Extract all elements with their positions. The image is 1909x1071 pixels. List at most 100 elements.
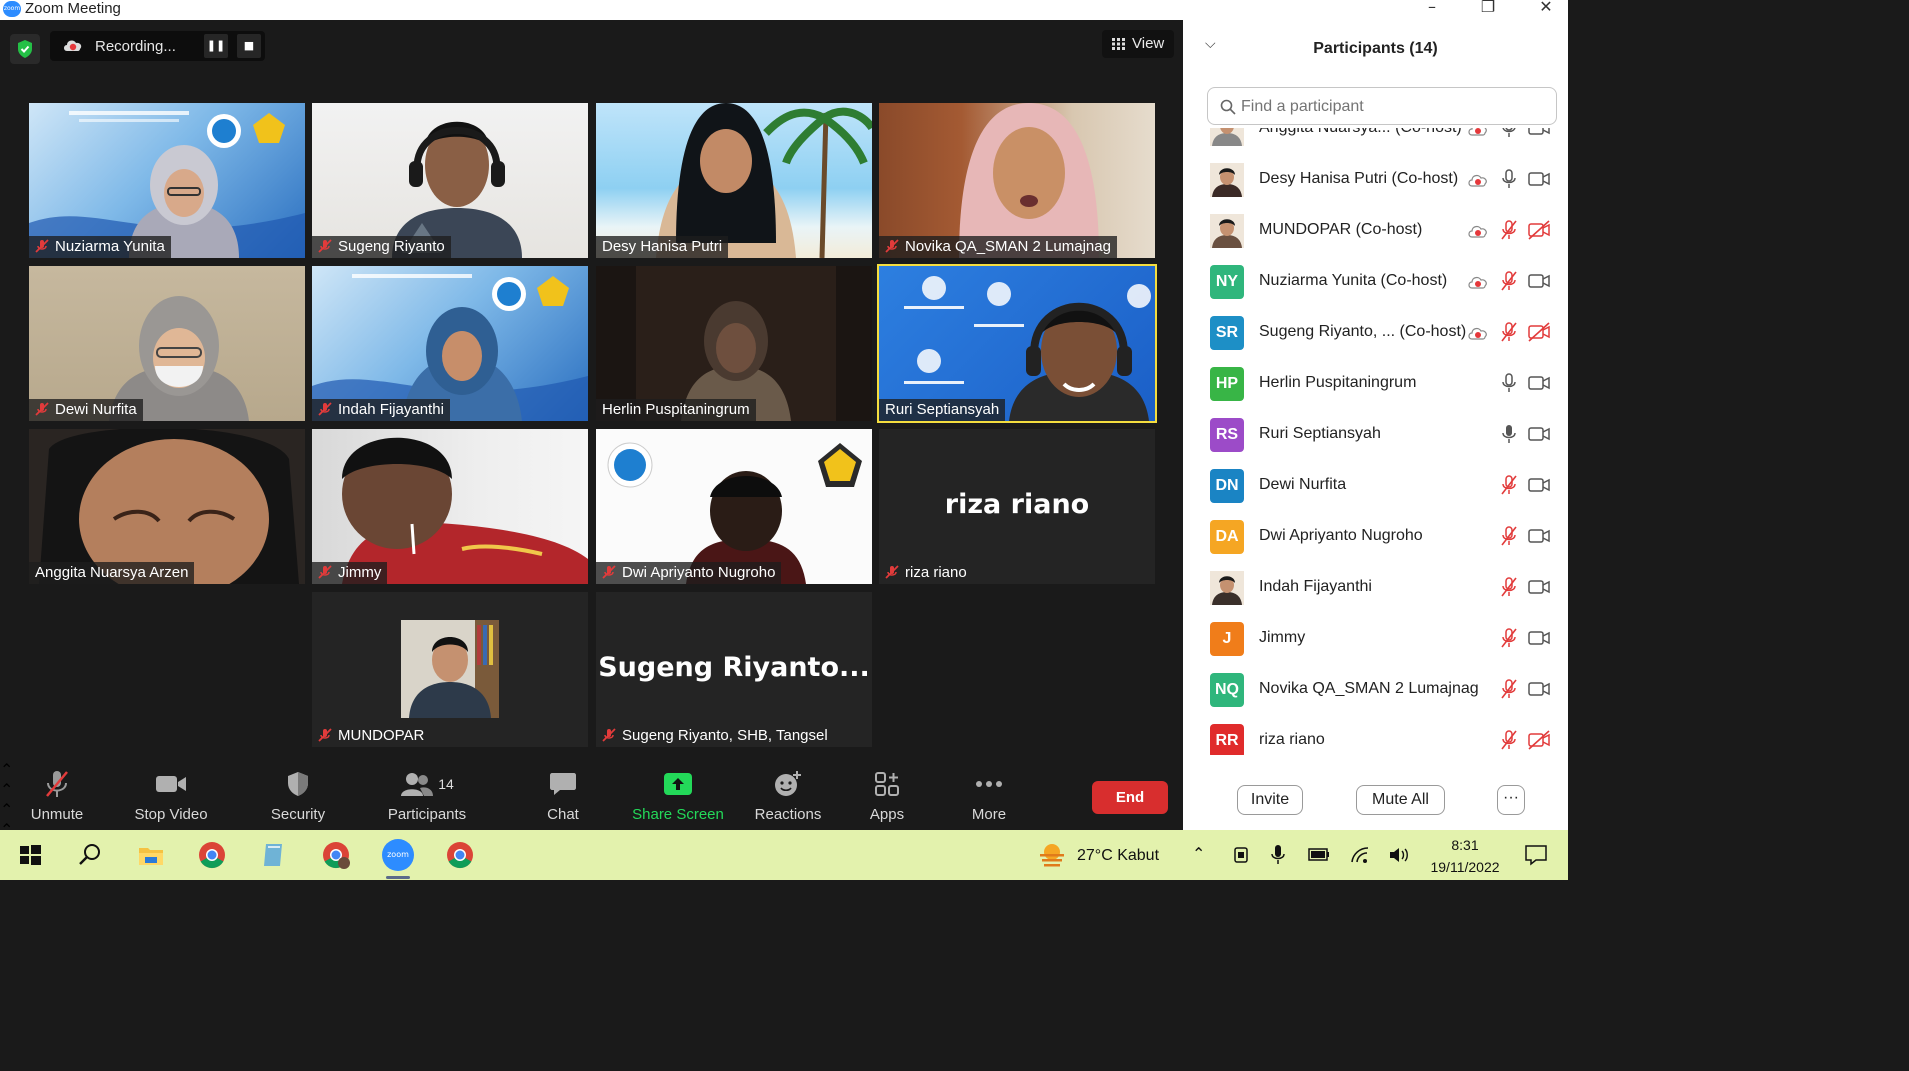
video-tile[interactable]: Desy Hanisa Putri <box>596 103 872 258</box>
video-status[interactable] <box>1527 321 1551 345</box>
mic-status[interactable] <box>1499 270 1519 294</box>
participant-row[interactable]: Desy Hanisa Putri (Co-host) <box>1183 155 1568 206</box>
video-off-icon[interactable] <box>1527 321 1551 343</box>
chrome-icon[interactable] <box>444 839 476 871</box>
mic-status[interactable] <box>1499 321 1519 345</box>
video-status[interactable] <box>1527 423 1551 447</box>
zoom-taskbar-icon[interactable]: zoom <box>382 839 414 879</box>
participant-row[interactable]: MUNDOPAR (Co-host) <box>1183 206 1568 257</box>
video-icon[interactable] <box>1527 168 1551 190</box>
participant-row[interactable]: Indah Fijayanthi <box>1183 563 1568 614</box>
mic-status[interactable] <box>1499 474 1519 498</box>
video-icon[interactable] <box>1527 525 1551 547</box>
file-explorer-icon[interactable] <box>135 839 167 871</box>
unmute-button[interactable]: Unmute <box>22 768 92 823</box>
microphone-tray-icon[interactable] <box>1270 844 1286 866</box>
chat-button[interactable]: Chat <box>535 768 591 823</box>
system-clock[interactable]: 8:31 19/11/2022 <box>1418 834 1512 878</box>
minimize-button[interactable]: – <box>1404 0 1460 20</box>
more-button[interactable]: More <box>962 768 1016 823</box>
muted-mic-icon[interactable] <box>1499 627 1519 649</box>
video-status[interactable] <box>1527 372 1551 396</box>
participant-row[interactable]: NY Nuziarma Yunita (Co-host) <box>1183 257 1568 308</box>
video-status[interactable] <box>1527 729 1551 753</box>
mic-status[interactable] <box>1499 372 1519 396</box>
video-icon[interactable] <box>1527 678 1551 700</box>
muted-mic-icon[interactable] <box>1499 270 1519 292</box>
video-icon[interactable] <box>1527 128 1551 139</box>
participant-row[interactable]: DA Dwi Apriyanto Nugroho <box>1183 512 1568 563</box>
mic-status[interactable] <box>1499 576 1519 600</box>
notes-app-icon[interactable] <box>258 839 290 871</box>
share-screen-button[interactable]: Share Screen <box>630 768 726 823</box>
mic-status[interactable] <box>1499 423 1519 447</box>
encryption-shield-icon[interactable] <box>10 34 40 64</box>
video-off-icon[interactable] <box>1527 729 1551 751</box>
weather-text[interactable]: 27°C Kabut <box>1077 847 1159 865</box>
video-status[interactable] <box>1527 168 1551 192</box>
participant-row[interactable]: NQ Novika QA_SMAN 2 Lumajnag <box>1183 665 1568 716</box>
muted-mic-icon[interactable] <box>1499 525 1519 547</box>
video-status[interactable] <box>1527 525 1551 549</box>
speaking-mic-icon[interactable] <box>1499 423 1519 445</box>
mute-all-button[interactable]: Mute All <box>1356 785 1445 815</box>
pause-recording-button[interactable]: ❚❚ <box>204 34 228 58</box>
muted-mic-icon[interactable] <box>1499 576 1519 598</box>
search-icon[interactable] <box>74 839 106 871</box>
participant-row[interactable]: SR Sugeng Riyanto, ... (Co-host) <box>1183 308 1568 359</box>
close-button[interactable]: ✕ <box>1518 0 1574 20</box>
participant-row[interactable]: J Jimmy <box>1183 614 1568 665</box>
find-participant-input[interactable]: Find a participant <box>1207 87 1557 125</box>
participant-row[interactable]: Anggita Nuarsya... (Co-host) <box>1183 128 1568 155</box>
video-tile[interactable]: Herlin Puspitaningrum <box>596 266 872 421</box>
video-icon[interactable] <box>1527 270 1551 292</box>
participant-row[interactable]: RR riza riano <box>1183 716 1568 755</box>
video-icon[interactable] <box>1527 423 1551 445</box>
participants-button[interactable]: 14 Participants <box>382 768 472 823</box>
mic-status[interactable] <box>1499 219 1519 243</box>
mic-status[interactable] <box>1499 627 1519 651</box>
muted-mic-icon[interactable] <box>1499 729 1519 751</box>
device-icon[interactable] <box>1232 846 1250 864</box>
windows-start-icon[interactable] <box>14 839 46 871</box>
show-hidden-icons-caret-icon[interactable]: ⌃ <box>1192 844 1205 863</box>
video-tile[interactable]: Nuziarma Yunita <box>29 103 305 258</box>
participant-row[interactable]: HP Herlin Puspitaningrum <box>1183 359 1568 410</box>
participant-row[interactable]: DN Dewi Nurfita <box>1183 461 1568 512</box>
reactions-button[interactable]: Reactions <box>752 768 824 823</box>
video-status[interactable] <box>1527 270 1551 294</box>
mic-status[interactable] <box>1499 678 1519 702</box>
view-button[interactable]: View <box>1102 30 1174 58</box>
video-tile-off[interactable]: MUNDOPAR <box>312 592 588 747</box>
video-tile[interactable]: Anggita Nuarsya Arzen <box>29 429 305 584</box>
mic-status[interactable] <box>1499 128 1519 141</box>
volume-icon[interactable] <box>1388 846 1410 864</box>
battery-icon[interactable] <box>1308 847 1330 863</box>
stop-video-button[interactable]: Stop Video <box>128 768 214 823</box>
video-tile[interactable]: Sugeng Riyanto <box>312 103 588 258</box>
apps-button[interactable]: Apps <box>862 768 912 823</box>
video-tile-active-speaker[interactable]: Ruri Septiansyah <box>877 264 1157 423</box>
video-tile[interactable]: Jimmy <box>312 429 588 584</box>
mic-icon[interactable] <box>1499 128 1519 139</box>
mic-icon[interactable] <box>1499 168 1519 190</box>
notification-center-icon[interactable] <box>1524 843 1548 867</box>
weather-fog-icon[interactable] <box>1038 842 1066 868</box>
chrome-profile-icon[interactable] <box>320 839 352 871</box>
video-status[interactable] <box>1527 474 1551 498</box>
video-status[interactable] <box>1527 576 1551 600</box>
video-icon[interactable] <box>1527 474 1551 496</box>
video-tile-off[interactable]: Sugeng Riyanto... Sugeng Riyanto, SHB, T… <box>596 592 872 747</box>
more-options-button[interactable]: ··· <box>1497 785 1525 815</box>
video-icon[interactable] <box>1527 627 1551 649</box>
video-status[interactable] <box>1527 128 1551 141</box>
chrome-icon[interactable] <box>196 839 228 871</box>
video-tile-off[interactable]: riza riano riza riano <box>879 429 1155 584</box>
mic-status[interactable] <box>1499 525 1519 549</box>
mic-status[interactable] <box>1499 168 1519 192</box>
security-button[interactable]: Security <box>262 768 334 823</box>
video-off-icon[interactable] <box>1527 219 1551 241</box>
video-status[interactable] <box>1527 627 1551 651</box>
restore-button[interactable]: ❐ <box>1460 0 1516 20</box>
muted-mic-icon[interactable] <box>1499 678 1519 700</box>
